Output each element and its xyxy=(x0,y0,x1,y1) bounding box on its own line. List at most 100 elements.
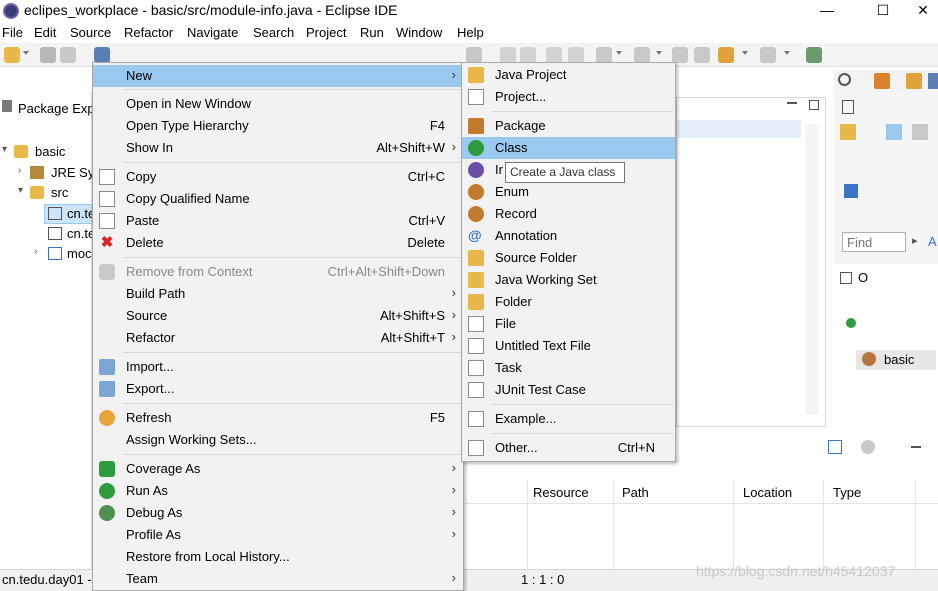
new-example[interactable]: Example... xyxy=(462,408,675,430)
terminal-icon[interactable] xyxy=(94,47,110,63)
menu-item-build-path[interactable]: Build Path › xyxy=(93,283,463,305)
pin-icon[interactable] xyxy=(694,47,710,63)
tree-item-module-info[interactable]: moc xyxy=(67,246,92,261)
new-folder[interactable]: Folder xyxy=(462,291,675,313)
menu-item-restore-from-local-history[interactable]: Restore from Local History... xyxy=(93,546,463,568)
expand-arrow-icon[interactable]: › xyxy=(34,246,37,257)
menu-item-export[interactable]: Export... xyxy=(93,378,463,400)
column-path[interactable]: Path xyxy=(622,485,649,500)
menu-item-profile-as[interactable]: Profile As › xyxy=(93,524,463,546)
scheduled-icon[interactable] xyxy=(912,124,928,140)
tree-item-basic[interactable]: basic xyxy=(35,144,65,159)
open-perspective-icon[interactable] xyxy=(874,73,890,89)
close-icon[interactable] xyxy=(874,100,884,110)
all-link[interactable]: A xyxy=(928,234,937,249)
menu-item-debug-as[interactable]: Debug As › xyxy=(93,502,463,524)
menu-item-refactor[interactable]: Refactor Alt+Shift+T › xyxy=(93,327,463,349)
menu-item-source[interactable]: Source Alt+Shift+S › xyxy=(93,305,463,327)
open-perspective-icon[interactable] xyxy=(806,47,822,63)
debug-perspective-icon[interactable] xyxy=(928,73,938,89)
forward-icon[interactable] xyxy=(760,47,776,63)
menu-item-copy-qualified-name[interactable]: Copy Qualified Name xyxy=(93,188,463,210)
dropdown-arrow-icon[interactable] xyxy=(784,51,790,55)
new-enum[interactable]: Enum xyxy=(462,181,675,203)
menu-item-coverage-as[interactable]: Coverage As › xyxy=(93,458,463,480)
dropdown-arrow-icon[interactable] xyxy=(616,51,622,55)
outline-item-basic[interactable]: basic xyxy=(884,352,914,367)
java-perspective-icon[interactable] xyxy=(906,73,922,89)
column-type[interactable]: Type xyxy=(833,485,861,500)
save-icon[interactable] xyxy=(40,47,56,63)
menu-item-delete[interactable]: ✖ Delete Delete xyxy=(93,232,463,254)
menu-run[interactable]: Run xyxy=(360,25,384,40)
new-file[interactable]: File xyxy=(462,313,675,335)
filter-icon[interactable] xyxy=(828,440,842,454)
expand-arrow-icon[interactable]: ▾ xyxy=(18,185,23,196)
last-edit-icon[interactable] xyxy=(672,47,688,63)
column-resource[interactable]: Resource xyxy=(533,485,589,500)
new-icon[interactable] xyxy=(4,47,20,63)
menu-item-refresh[interactable]: Refresh F5 xyxy=(93,407,463,429)
menu-navigate[interactable]: Navigate xyxy=(187,25,238,40)
toolbar-icon[interactable] xyxy=(466,47,482,63)
toolbar-icon[interactable] xyxy=(520,47,536,63)
back-icon[interactable] xyxy=(718,47,734,63)
menu-refactor[interactable]: Refactor xyxy=(124,25,173,40)
menu-edit[interactable]: Edit xyxy=(34,25,56,40)
toolbar-icon[interactable] xyxy=(500,47,516,63)
toolbar-icon[interactable] xyxy=(546,47,562,63)
menu-window[interactable]: Window xyxy=(396,25,442,40)
find-input[interactable]: Find xyxy=(842,232,906,252)
toolbar-icon[interactable] xyxy=(568,47,584,63)
menu-item-new[interactable]: New › xyxy=(93,65,463,87)
menu-item-team[interactable]: Team › xyxy=(93,568,463,590)
menu-project[interactable]: Project xyxy=(306,25,346,40)
menu-item-paste[interactable]: Paste Ctrl+V xyxy=(93,210,463,232)
menu-file[interactable]: File xyxy=(2,25,23,40)
new-source-folder[interactable]: Source Folder xyxy=(462,247,675,269)
tree-item-package[interactable]: cn.te xyxy=(67,206,95,221)
new-task-icon[interactable] xyxy=(840,124,856,140)
menu-item-show-in[interactable]: Show In Alt+Shift+W › xyxy=(93,137,463,159)
previous-annotation-icon[interactable] xyxy=(634,47,650,63)
expand-arrow-icon[interactable]: › xyxy=(18,165,21,176)
column-location[interactable]: Location xyxy=(743,485,792,500)
maximize-view-icon[interactable] xyxy=(809,100,819,110)
menu-item-copy[interactable]: Copy Ctrl+C xyxy=(93,166,463,188)
tree-item-src[interactable]: src xyxy=(51,185,68,200)
menu-source[interactable]: Source xyxy=(70,25,111,40)
new-project[interactable]: Project... xyxy=(462,86,675,108)
search-icon[interactable] xyxy=(838,73,851,86)
tree-item-package[interactable]: cn.te xyxy=(67,226,95,241)
expand-arrow-icon[interactable]: ▾ xyxy=(2,144,7,155)
menu-item-run-as[interactable]: Run As › xyxy=(93,480,463,502)
package-explorer-tab[interactable]: Package Exp xyxy=(18,101,95,116)
dropdown-arrow-icon[interactable] xyxy=(23,51,29,55)
save-all-icon[interactable] xyxy=(60,47,76,63)
close-button[interactable]: ✕ xyxy=(900,0,938,22)
view-menu-icon[interactable] xyxy=(861,440,875,454)
menu-item-open-type-hierarchy[interactable]: Open Type Hierarchy F4 xyxy=(93,115,463,137)
new-annotation[interactable]: @ Annotation xyxy=(462,225,675,247)
new-other[interactable]: Other... Ctrl+N xyxy=(462,437,675,459)
minimize-view-icon[interactable] xyxy=(787,102,797,104)
outline-tab[interactable]: O xyxy=(858,270,868,285)
next-annotation-icon[interactable] xyxy=(596,47,612,63)
new-record[interactable]: Record xyxy=(462,203,675,225)
new-untitled-text-file[interactable]: Untitled Text File xyxy=(462,335,675,357)
dropdown-arrow-icon[interactable] xyxy=(656,51,662,55)
menu-item-open-in-new-window[interactable]: Open in New Window xyxy=(93,93,463,115)
connect-icon[interactable] xyxy=(844,184,858,198)
new-java-working-set[interactable]: Java Working Set xyxy=(462,269,675,291)
dropdown-arrow-icon[interactable] xyxy=(742,51,748,55)
new-class[interactable]: Class xyxy=(462,137,675,159)
menu-search[interactable]: Search xyxy=(253,25,294,40)
new-package[interactable]: Package xyxy=(462,115,675,137)
new-task[interactable]: Task xyxy=(462,357,675,379)
editor-scrollbar[interactable] xyxy=(805,124,819,414)
new-junit-test-case[interactable]: JUnit Test Case xyxy=(462,379,675,401)
find-arrow-icon[interactable]: ▸ xyxy=(912,234,918,247)
minimize-button[interactable]: — xyxy=(804,0,850,22)
menu-help[interactable]: Help xyxy=(457,25,484,40)
categorized-icon[interactable] xyxy=(886,124,902,140)
